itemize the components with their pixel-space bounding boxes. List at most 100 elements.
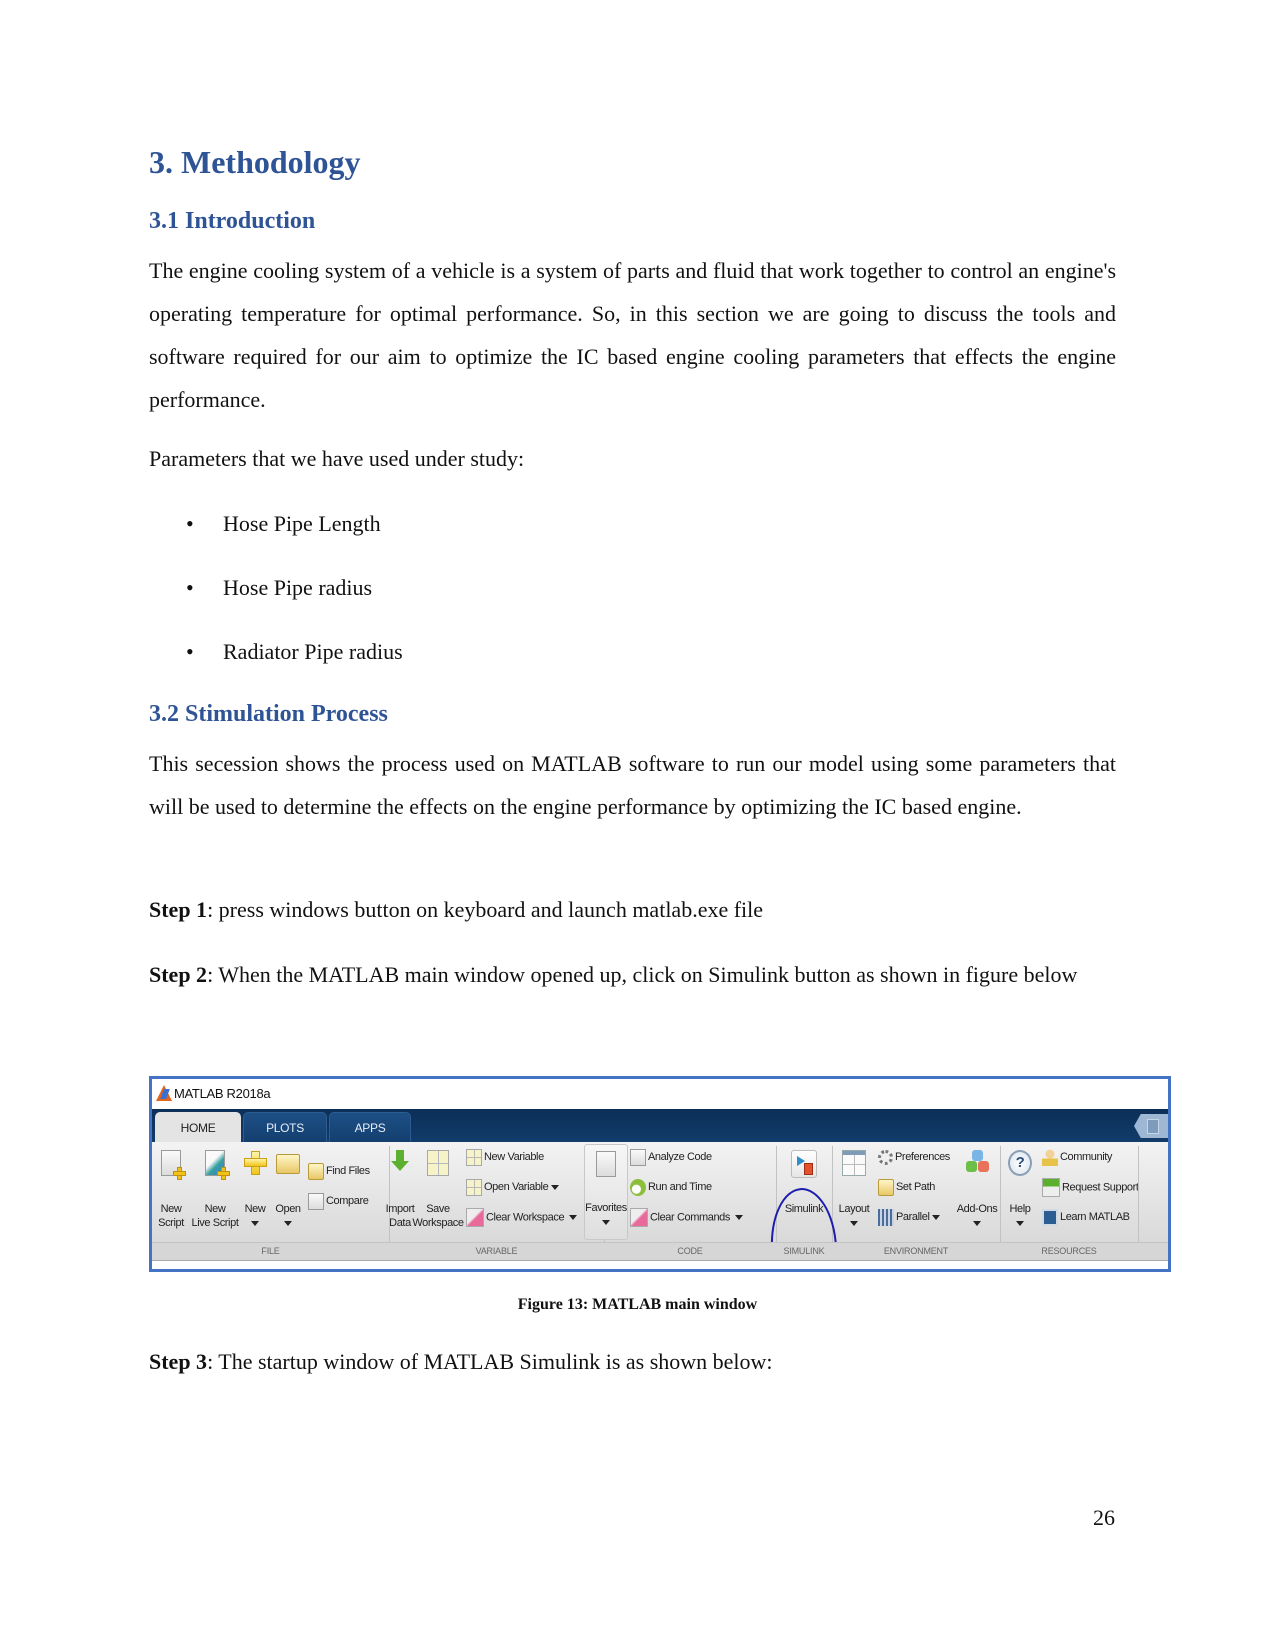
new-variable-icon [466,1148,482,1166]
step-text: : press windows button on keyboard and l… [207,897,764,922]
parallel-button[interactable]: Parallel [878,1208,941,1226]
ribbon-home: New Script New Live Script New Open Find F… [152,1142,1168,1269]
simulink-icon [791,1150,817,1178]
new-script-button[interactable]: New Script [154,1150,188,1229]
new-variable-button[interactable]: New Variable [466,1148,544,1166]
preferences-button[interactable]: Preferences [878,1148,950,1166]
step-label: Step 3 [149,1349,208,1374]
section-label-file: FILE [261,1246,280,1256]
layout-button[interactable]: Layout [834,1150,874,1226]
section-label-environment: ENVIRONMENT [883,1246,949,1256]
step-3: Step 3: The startup window of MATLAB Sim… [149,1349,773,1375]
chevron-down-icon [850,1220,858,1226]
section-heading-introduction: 3.1 Introduction [149,208,316,234]
find-files-button[interactable]: Find Files [308,1162,370,1180]
new-script-icon [161,1150,186,1180]
compare-button[interactable]: Compare [308,1192,369,1210]
eraser-icon [630,1208,648,1227]
analyze-code-icon [630,1148,646,1166]
chevron-down-icon [1016,1220,1024,1226]
section-label-simulink: SIMULINK [783,1246,825,1256]
section-label-resources: RESOURCES [1041,1246,1097,1256]
gear-icon [878,1149,893,1165]
bullet-marker: • [186,511,194,536]
save-workspace-icon [427,1150,449,1176]
request-support-icon [1042,1178,1060,1197]
chevron-down-icon [550,1184,559,1190]
step-2: Step 2: When the MATLAB main window open… [149,953,1116,996]
process-paragraph: This secession shows the process used on… [149,751,1116,819]
tab-plots[interactable]: PLOTS [243,1112,327,1142]
help-button[interactable]: ? Help [1002,1150,1038,1226]
community-icon [1042,1148,1058,1166]
matlab-logo-icon [156,1085,172,1101]
parameters-intro: Parameters that we have used under study… [149,446,525,471]
chapter-heading: 3. Methodology [149,144,361,180]
list-item: Hose Pipe radius [223,575,373,600]
section-label-variable: VARIABLE [475,1246,518,1256]
step-text: : When the MATLAB main window opened up,… [207,962,1078,987]
chevron-down-icon [602,1219,610,1225]
chevron-down-icon [932,1214,941,1220]
intro-paragraph: The engine cooling system of a vehicle i… [149,258,1116,412]
favorites-button[interactable]: Favorites [584,1144,628,1240]
chevron-down-icon [284,1220,292,1226]
clear-commands-button[interactable]: Clear Commands [630,1208,744,1227]
layout-icon [842,1150,866,1176]
chevron-down-icon [251,1220,259,1226]
section-label-code: CODE [677,1246,703,1256]
learn-matlab-button[interactable]: Learn MATLAB [1042,1208,1130,1226]
step-label: Step 1 [149,897,208,922]
import-data-icon [388,1150,412,1176]
set-path-button[interactable]: Set Path [878,1178,935,1196]
step-1: Step 1: press windows button on keyboard… [149,897,763,923]
run-and-time-icon [630,1178,646,1196]
ribbon-tab-bar: HOME PLOTS APPS [152,1109,1168,1142]
open-variable-icon [466,1178,482,1196]
request-support-button[interactable]: Request Support [1042,1178,1139,1197]
ribbon-section-labels: FILE VARIABLE CODE SIMULINK ENVIRONMENT … [152,1242,1168,1261]
page-number: 26 [1093,1505,1115,1530]
chevron-down-icon [569,1215,578,1220]
new-button[interactable]: New [240,1150,270,1226]
bullet-marker: • [186,575,194,600]
list-item: Radiator Pipe radius [223,639,403,664]
open-variable-button[interactable]: Open Variable [466,1178,559,1196]
parallel-icon [878,1208,894,1226]
learn-matlab-icon [1042,1208,1058,1226]
chevron-down-icon [735,1215,744,1220]
chevron-down-icon [973,1220,981,1226]
analyze-code-button[interactable]: Analyze Code [630,1148,712,1166]
help-icon: ? [1008,1150,1032,1176]
tab-home[interactable]: HOME [155,1112,241,1142]
compare-icon [308,1192,324,1210]
save-workspace-button[interactable]: Save Workspace [412,1150,464,1229]
new-live-script-icon [205,1150,230,1180]
find-files-icon [308,1162,324,1180]
window-title: MATLAB R2018a [174,1086,271,1101]
run-and-time-button[interactable]: Run and Time [630,1178,712,1196]
list-item: Hose Pipe Length [223,511,381,536]
quick-access-save-icon[interactable] [1134,1114,1168,1138]
tab-apps[interactable]: APPS [329,1112,411,1142]
add-ons-icon [965,1150,989,1176]
section-heading-process: 3.2 Stimulation Process [149,701,388,727]
bullet-marker: • [186,639,194,664]
new-live-script-button[interactable]: New Live Script [188,1150,242,1229]
eraser-icon [466,1208,484,1227]
plus-icon [243,1150,267,1176]
add-ons-button[interactable]: Add-Ons [952,1150,1002,1226]
figure-caption: Figure 13: MATLAB main window [517,1296,758,1313]
folder-icon [276,1154,300,1174]
step-label: Step 2 [149,962,208,987]
favorites-star-icon [596,1151,616,1177]
clear-workspace-button[interactable]: Clear Workspace [466,1208,578,1227]
open-button[interactable]: Open [272,1150,304,1226]
community-button[interactable]: Community [1042,1148,1112,1166]
address-bar-strip [152,1260,1168,1269]
title-bar: MATLAB R2018a [152,1079,1168,1109]
set-path-icon [878,1178,894,1196]
matlab-main-window-figure: MATLAB R2018a HOME PLOTS APPS New Script … [149,1076,1171,1272]
step-text: : The startup window of MATLAB Simulink … [207,1349,773,1374]
simulink-button[interactable]: Simulink [778,1150,830,1215]
